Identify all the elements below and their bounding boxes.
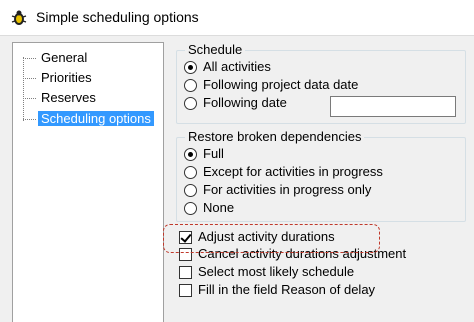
checkbox[interactable] [179, 266, 192, 279]
radio-label: For activities in progress only [203, 182, 372, 197]
tree-item-label: Reserves [41, 90, 96, 105]
radio-button[interactable] [184, 79, 197, 92]
tree-dash [23, 58, 36, 60]
radio-label: Except for activities in progress [203, 164, 383, 179]
title-bar: Simple scheduling options [0, 0, 474, 36]
tree-dash [23, 119, 36, 121]
radio-button[interactable] [184, 61, 197, 74]
tree-item-label: General [41, 50, 88, 65]
tree-item-label: Priorities [41, 70, 92, 85]
radio-label: Full [203, 146, 224, 161]
bug-icon [11, 10, 27, 25]
tree-item-general[interactable]: General [23, 49, 90, 67]
tree-item-label: Scheduling options [38, 111, 154, 126]
window-title: Simple scheduling options [36, 9, 199, 25]
radio-button[interactable] [184, 148, 197, 161]
following-date-input[interactable] [330, 96, 456, 117]
checkbox-label: Select most likely schedule [198, 264, 355, 279]
tree-item-priorities[interactable]: Priorities [23, 69, 95, 87]
radio-button[interactable] [184, 166, 197, 179]
radio-label: All activities [203, 59, 271, 74]
options-tree[interactable]: General Priorities Reserves Scheduling o… [12, 42, 164, 322]
tree-item-scheduling-options[interactable]: Scheduling options [23, 110, 154, 128]
radio-button[interactable] [184, 97, 197, 110]
radio-label: Following date [203, 95, 287, 110]
radio-label: Following project data date [203, 77, 359, 92]
checkbox-label: Fill in the field Reason of delay [198, 282, 376, 297]
tree-item-reserves[interactable]: Reserves [23, 89, 99, 107]
tree-dash [23, 98, 36, 100]
checkbox[interactable] [179, 284, 192, 297]
radio-label: None [203, 200, 235, 215]
radio-button[interactable] [184, 202, 197, 215]
restore-group-title: Restore broken dependencies [185, 129, 365, 145]
tree-dash [23, 78, 36, 80]
schedule-group-title: Schedule [185, 42, 246, 58]
radio-button[interactable] [184, 184, 197, 197]
annotation-highlight [163, 224, 380, 253]
